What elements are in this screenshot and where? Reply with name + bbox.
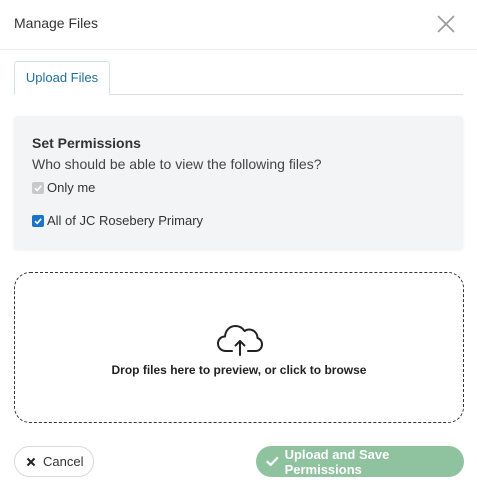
upload-label: Upload and Save Permissions: [284, 446, 390, 477]
all-school-checkbox[interactable]: [32, 214, 44, 227]
upload-and-save-button[interactable]: Upload and Save Permissions: [256, 446, 464, 477]
close-icon[interactable]: [433, 11, 459, 37]
check-icon: [266, 456, 279, 467]
only-me-label: Only me: [47, 180, 96, 195]
permissions-question: Who should be able to view the following…: [32, 156, 322, 172]
permissions-heading: Set Permissions: [32, 135, 141, 151]
only-me-checkbox: [32, 181, 44, 194]
cancel-button[interactable]: Cancel: [14, 446, 94, 477]
option-only-me: Only me: [32, 180, 95, 195]
tab-bar: Upload Files: [14, 61, 463, 95]
file-dropzone[interactable]: Drop files here to preview, or click to …: [14, 272, 464, 423]
times-icon: [26, 457, 36, 466]
permissions-panel: Set Permissions Who should be able to vi…: [14, 116, 463, 249]
cancel-label: Cancel: [43, 454, 84, 469]
cloud-upload-icon: [216, 320, 264, 356]
tab-upload-files[interactable]: Upload Files: [14, 61, 110, 95]
option-all-school[interactable]: All of JC Rosebery Primary: [32, 213, 203, 228]
dialog-header: Manage Files: [0, 0, 477, 50]
dropzone-text: Drop files here to preview, or click to …: [111, 363, 367, 377]
all-school-label[interactable]: All of JC Rosebery Primary: [47, 213, 203, 228]
dialog-title: Manage Files: [14, 15, 99, 31]
